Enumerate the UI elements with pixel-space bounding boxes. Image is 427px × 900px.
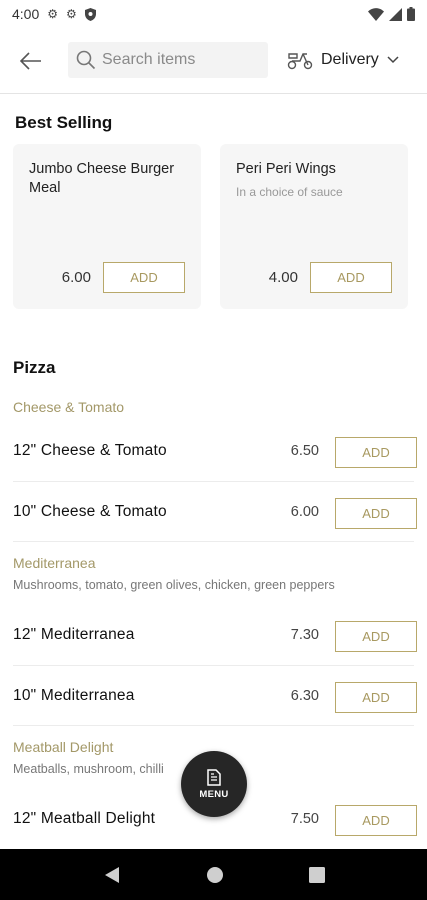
search-input[interactable] <box>102 51 262 69</box>
delivery-label: Delivery <box>321 51 379 68</box>
item-name: 10" Cheese & Tomato <box>13 503 167 520</box>
subcategory-meatball-delight: Meatball Delight <box>13 739 114 755</box>
menu-item-row[interactable]: 12" Mediterranea 7.30 ADD <box>0 606 427 666</box>
add-button[interactable]: ADD <box>335 437 417 468</box>
subcategory-description: Mushrooms, tomato, green olives, chicken… <box>13 578 335 592</box>
card-description: In a choice of sauce <box>236 185 343 199</box>
item-price: 6.50 <box>290 443 319 459</box>
card-name: Jumbo Cheese Burger Meal <box>29 161 175 196</box>
pizza-title: Pizza <box>13 358 56 377</box>
divider <box>13 725 414 726</box>
system-nav-bar <box>0 849 427 900</box>
card-price: 4.00 <box>268 269 298 286</box>
card-name: Peri Peri Wings <box>236 161 336 177</box>
menu-item-row[interactable]: 12" Cheese & Tomato 6.50 ADD <box>0 422 427 482</box>
item-name: 12" Meatball Delight <box>13 810 156 827</box>
add-button[interactable]: ADD <box>335 621 417 652</box>
settings-gear-icon-2: ⚙ <box>66 7 77 21</box>
status-time: 4:00 <box>12 6 40 22</box>
wifi-icon <box>368 7 384 21</box>
nav-back-icon[interactable] <box>103 866 121 884</box>
status-bar: 4:00 ⚙ ⚙ <box>0 0 427 28</box>
back-arrow-icon <box>20 52 41 70</box>
item-price: 7.30 <box>290 627 319 643</box>
chevron-down-icon <box>387 56 399 64</box>
add-button[interactable]: ADD <box>335 498 417 529</box>
divider <box>13 481 414 482</box>
delivery-selector[interactable]: Delivery <box>287 42 399 78</box>
item-name: 12" Mediterranea <box>13 626 135 643</box>
subcategory-cheese-tomato: Cheese & Tomato <box>13 399 125 415</box>
divider <box>13 665 414 666</box>
back-button[interactable] <box>14 44 48 78</box>
top-bar: Delivery <box>0 28 427 94</box>
subcategory-description: Meatballs, mushroom, chilli <box>13 762 164 776</box>
divider <box>13 541 414 542</box>
add-button[interactable]: ADD <box>335 805 417 836</box>
status-right <box>368 7 415 21</box>
add-button[interactable]: ADD <box>103 262 185 293</box>
nav-recents-icon[interactable] <box>308 866 325 883</box>
status-left: 4:00 ⚙ ⚙ <box>12 6 96 22</box>
add-button[interactable]: ADD <box>335 682 417 713</box>
add-button[interactable]: ADD <box>310 262 392 293</box>
search-icon <box>76 50 96 70</box>
item-name: 12" Cheese & Tomato <box>13 442 167 459</box>
best-selling-card-wings[interactable]: Peri Peri Wings In a choice of sauce 4.0… <box>220 144 408 309</box>
card-price: 6.00 <box>61 269 91 286</box>
subcategory-mediterranea: Mediterranea <box>13 555 96 571</box>
shield-icon <box>84 7 96 21</box>
menu-fab-button[interactable]: MENU <box>181 751 247 817</box>
scooter-icon <box>287 53 313 70</box>
search-box[interactable] <box>68 42 268 78</box>
menu-document-icon <box>207 768 221 786</box>
cell-signal-icon <box>389 7 402 21</box>
best-selling-card-burger[interactable]: Jumbo Cheese Burger Meal 6.00 ADD <box>13 144 201 309</box>
battery-icon <box>407 7 415 21</box>
best-selling-title: Best Selling <box>15 113 113 132</box>
menu-item-row[interactable]: 10" Mediterranea 6.30 ADD <box>0 667 427 727</box>
settings-gear-icon: ⚙ <box>47 7 59 21</box>
nav-home-icon[interactable] <box>206 866 224 884</box>
item-price: 6.00 <box>290 504 319 520</box>
item-name: 10" Mediterranea <box>13 687 135 704</box>
menu-item-row[interactable]: 10" Cheese & Tomato 6.00 ADD <box>0 483 427 543</box>
fab-label: MENU <box>199 788 229 800</box>
item-price: 7.50 <box>290 811 319 827</box>
item-price: 6.30 <box>290 688 319 704</box>
